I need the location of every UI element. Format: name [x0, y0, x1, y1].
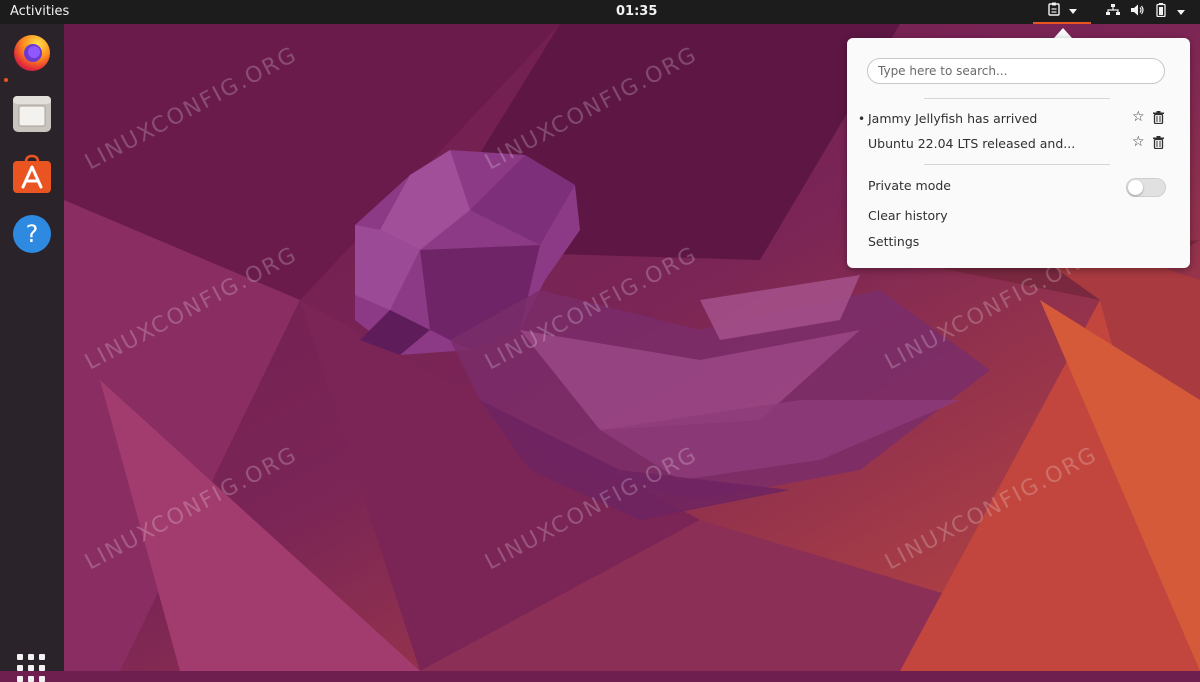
toggle-knob: [1128, 180, 1143, 195]
app-grid-icon[interactable]: [17, 654, 45, 682]
system-menu-button[interactable]: [1100, 0, 1200, 24]
chevron-down-icon: [1177, 9, 1185, 15]
dock-item-ubuntu-software[interactable]: [10, 154, 54, 198]
search-input[interactable]: [867, 58, 1165, 84]
history-item-text: Jammy Jellyfish has arrived: [868, 111, 1038, 126]
history-item[interactable]: Ubuntu 22.04 LTS released and... ☆: [847, 132, 1190, 156]
firefox-icon: [11, 31, 53, 77]
files-icon: [12, 94, 52, 138]
svg-text:?: ?: [26, 220, 39, 248]
dock-item-files[interactable]: [10, 94, 54, 138]
settings-item[interactable]: Settings: [868, 234, 919, 249]
separator: [924, 164, 1110, 165]
dock: ?: [0, 24, 64, 682]
volume-icon: [1131, 4, 1145, 20]
dock-item-firefox[interactable]: [10, 32, 54, 76]
clipboard-indicator[interactable]: [1033, 0, 1091, 24]
clock[interactable]: 01:35: [616, 4, 657, 19]
dock-item-help[interactable]: ?: [10, 214, 54, 258]
help-icon: ?: [12, 214, 52, 258]
activities-button[interactable]: Activities: [10, 4, 69, 19]
private-mode-label[interactable]: Private mode: [868, 178, 951, 193]
trash-icon[interactable]: [1153, 111, 1164, 128]
current-item-bullet: •: [858, 112, 866, 126]
network-icon: [1106, 4, 1120, 20]
running-indicator: [4, 78, 8, 82]
star-icon[interactable]: ☆: [1132, 134, 1145, 150]
software-icon: [12, 154, 52, 198]
battery-icon: [1156, 3, 1166, 21]
star-icon[interactable]: ☆: [1132, 109, 1145, 125]
history-item-text: Ubuntu 22.04 LTS released and...: [868, 136, 1076, 151]
history-item[interactable]: • Jammy Jellyfish has arrived ☆: [847, 107, 1190, 131]
clear-history-item[interactable]: Clear history: [868, 208, 948, 223]
private-mode-toggle[interactable]: [1126, 178, 1166, 197]
separator: [924, 98, 1110, 99]
top-bar: Activities 01:35: [0, 0, 1200, 24]
clipboard-popup: • Jammy Jellyfish has arrived ☆ Ubuntu 2…: [847, 38, 1190, 268]
trash-icon[interactable]: [1153, 136, 1164, 153]
chevron-down-icon: [1068, 8, 1077, 14]
clipboard-icon: [1047, 2, 1060, 20]
popup-arrow: [1054, 28, 1072, 38]
